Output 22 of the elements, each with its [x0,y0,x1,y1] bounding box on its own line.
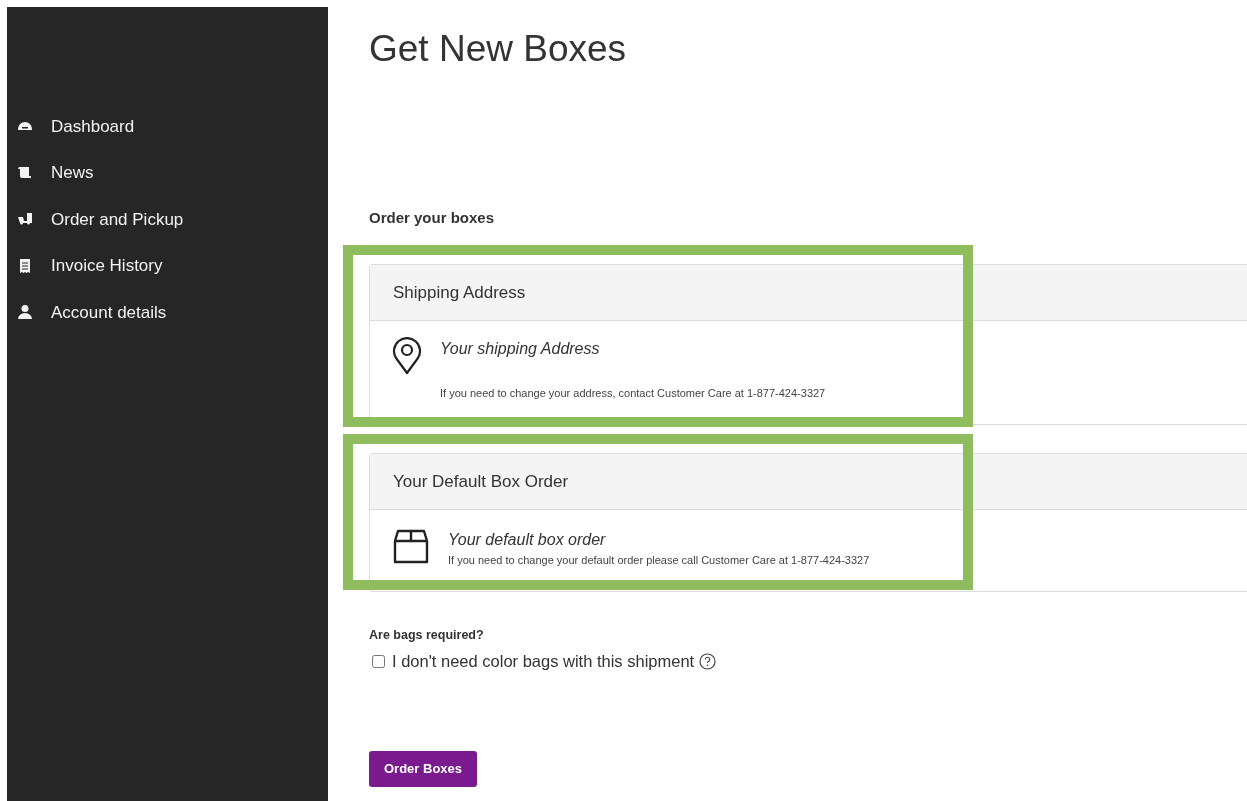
receipt-icon [17,257,33,274]
help-icon[interactable] [699,652,717,670]
card-header: Your Default Box Order [370,454,1247,511]
checkbox[interactable] [372,654,385,668]
card-note: If you need to change your address, contact Customer Care at 1-877-424-3327 [440,385,826,401]
sidebar-item[interactable]: Order and Pickup [7,196,328,243]
card-header: Shipping Address [370,264,1247,321]
question-label: Are bags required? [369,626,485,644]
section-label: Order your boxes [369,208,496,229]
card-value: Your default box order [448,530,607,551]
sidebar-item[interactable]: Account details [7,289,328,336]
checkbox-label[interactable]: I don't need color bags with this shipment [392,648,695,674]
sidebar-item[interactable]: Dashboard [7,103,328,150]
location-pin-icon [392,336,422,375]
card-value: Your shipping Address [440,338,601,359]
person-icon [17,304,33,321]
sidebar-item[interactable]: News [7,149,328,196]
scroll-icon [17,164,33,181]
card-note: If you need to change your default order please call Customer Care at 1-877-424-3327 [448,553,870,569]
order-button[interactable]: Order Boxes [369,751,478,787]
sidebar-item[interactable]: Invoice History [7,242,328,289]
page-title: Get New Boxes [369,27,628,71]
